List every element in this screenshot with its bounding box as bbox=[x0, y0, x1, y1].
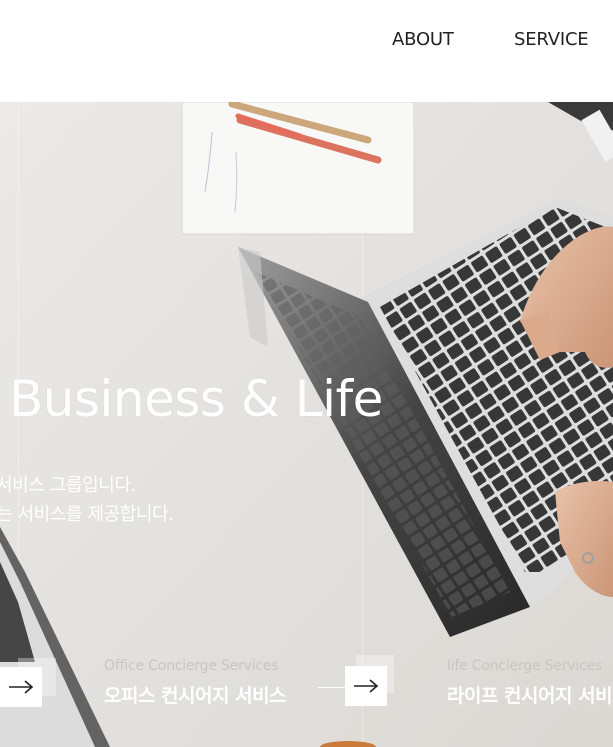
site-header: ABOUT SERVICE bbox=[0, 0, 613, 102]
decorative-line bbox=[318, 687, 346, 688]
hero-title: Business & Life bbox=[9, 370, 383, 428]
hero-description-line-1: 서비스 그룹입니다. bbox=[0, 475, 136, 496]
page: ABOUT SERVICE Business & Life 서비스 그룹입니다.… bbox=[0, 0, 613, 747]
life-concierge-card[interactable]: life Concierge Services 라이프 컨시어지 서비스 bbox=[318, 654, 613, 714]
hero-description-line-2: 는 서비스를 제공합니다. bbox=[0, 504, 174, 525]
life-concierge-en-label: life Concierge Services bbox=[447, 658, 603, 674]
office-concierge-ko-label[interactable]: 오피스 컨시어지 서비스 bbox=[104, 681, 287, 708]
office-concierge-card[interactable]: Office Concierge Services 오피스 컨시어지 서비스 bbox=[0, 654, 340, 714]
office-concierge-en-label: Office Concierge Services bbox=[104, 658, 279, 674]
life-concierge-arrow-button[interactable] bbox=[345, 666, 387, 706]
arrow-right-icon bbox=[354, 679, 379, 693]
arrow-right-icon bbox=[9, 680, 34, 694]
life-concierge-ko-label[interactable]: 라이프 컨시어지 서비스 bbox=[447, 681, 613, 708]
nav-service[interactable]: SERVICE bbox=[514, 29, 589, 50]
office-concierge-arrow-button[interactable] bbox=[0, 667, 42, 707]
nav-about[interactable]: ABOUT bbox=[392, 29, 454, 50]
hero-section: Business & Life 서비스 그룹입니다. 는 서비스를 제공합니다.… bbox=[0, 102, 613, 747]
